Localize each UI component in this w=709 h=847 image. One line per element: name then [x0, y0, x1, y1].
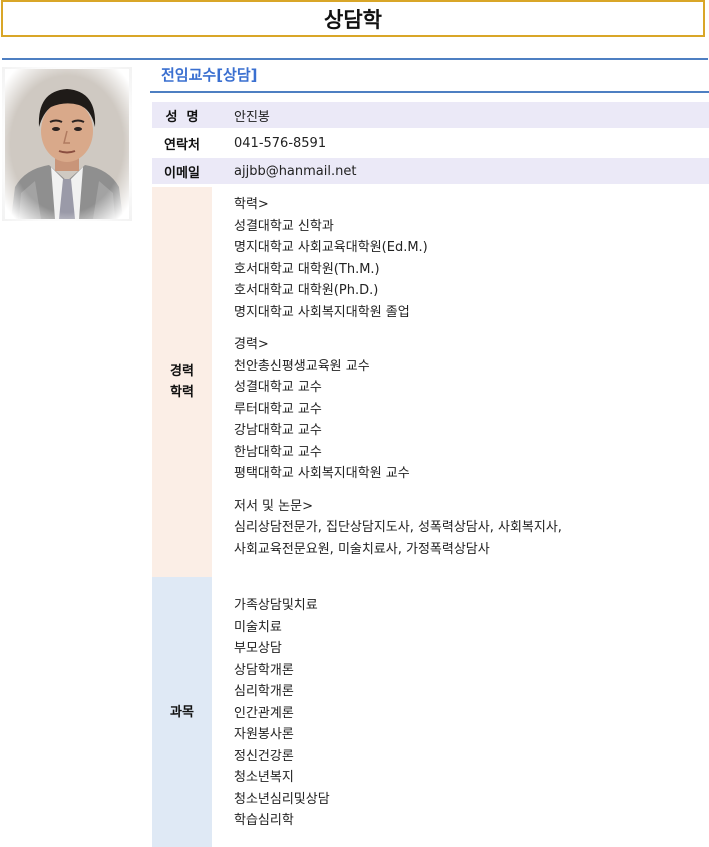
list-item: 한남대학교 교수: [234, 444, 322, 460]
subject-item: 청소년복지: [234, 770, 294, 785]
email-value: ajjbb@hanmail.net: [234, 163, 357, 179]
subject-item: 정신건강론: [234, 748, 294, 764]
section-divider: [150, 91, 709, 93]
name-label: 성 명: [165, 109, 199, 125]
email-label: 이메일: [164, 165, 200, 181]
group-heading: 경력>: [234, 337, 269, 352]
subject-item: 자원봉사론: [234, 727, 294, 742]
person-portrait-icon: [5, 69, 129, 219]
career-label-line2: 학력: [170, 385, 194, 400]
email-row: 이메일 ajjbb@hanmail.net: [152, 158, 709, 184]
list-item: 사회교육전문요원, 미술치료사, 가정폭력상담사: [234, 541, 490, 557]
experience-group: 경력> 천안총신평생교육원 교수 성결대학교 교수 루터대학교 교수 강남대학교…: [234, 334, 410, 485]
name-row: 성 명 안진봉: [152, 102, 709, 128]
subjects-section: 과목 가족상담및치료 미술치료 부모상담 상담학개론 심리학개론 인간관계론 자…: [152, 577, 709, 847]
group-heading: 학력>: [234, 197, 269, 212]
education-group: 학력> 성결대학교 신학과 명지대학교 사회교육대학원(Ed.M.) 호서대학교…: [234, 194, 428, 323]
career-label-line1: 경력: [170, 364, 194, 379]
career-content: 학력> 성결대학교 신학과 명지대학교 사회교육대학원(Ed.M.) 호서대학교…: [212, 187, 709, 577]
subjects-label: 과목: [152, 577, 212, 847]
list-item: 심리상담전문가, 집단상담지도사, 성폭력상담사, 사회복지사,: [234, 520, 562, 535]
subject-item: 인간관계론: [234, 705, 294, 721]
subject-item: 학습심리학: [234, 813, 294, 828]
career-label: 경력 학력: [152, 187, 212, 577]
list-item: 천안총신평생교육원 교수: [234, 358, 370, 374]
list-item: 평택대학교 사회복지대학원 교수: [234, 466, 410, 481]
top-divider: [2, 58, 708, 60]
subject-item: 심리학개론: [234, 684, 294, 699]
subject-item: 청소년심리및상담: [234, 791, 330, 807]
publications-group: 저서 및 논문> 심리상담전문가, 집단상담지도사, 성폭력상담사, 사회복지사…: [234, 496, 562, 561]
career-section: 경력 학력 학력> 성결대학교 신학과 명지대학교 사회교육대학원(Ed.M.)…: [152, 187, 709, 577]
list-item: 명지대학교 사회복지대학원 졸업: [234, 304, 410, 320]
list-item: 강남대학교 교수: [234, 423, 322, 438]
group-heading: 저서 및 논문>: [234, 498, 313, 514]
subject-item: 상담학개론: [234, 662, 294, 678]
subject-item: 가족상담및치료: [234, 598, 318, 613]
name-value: 안진봉: [234, 109, 270, 125]
page-title: 상담학: [1, 0, 705, 37]
contact-value: 041-576-8591: [234, 135, 327, 151]
list-item: 호서대학교 대학원(Th.M.): [234, 261, 380, 277]
subject-item: 미술치료: [234, 619, 282, 635]
list-item: 루터대학교 교수: [234, 401, 322, 417]
contact-label: 연락처: [164, 137, 200, 153]
list-item: 호서대학교 대학원(Ph.D.): [234, 283, 379, 298]
subjects-content: 가족상담및치료 미술치료 부모상담 상담학개론 심리학개론 인간관계론 자원봉사…: [212, 577, 709, 847]
contact-row: 연락처 041-576-8591: [152, 130, 709, 156]
profile-photo: [2, 67, 132, 221]
list-item: 성결대학교 신학과: [234, 218, 334, 234]
list-item: 명지대학교 사회교육대학원(Ed.M.): [234, 240, 428, 255]
list-item: 성결대학교 교수: [234, 380, 322, 395]
subject-item: 부모상담: [234, 641, 282, 656]
section-title: 전임교수[상담]: [161, 66, 258, 84]
